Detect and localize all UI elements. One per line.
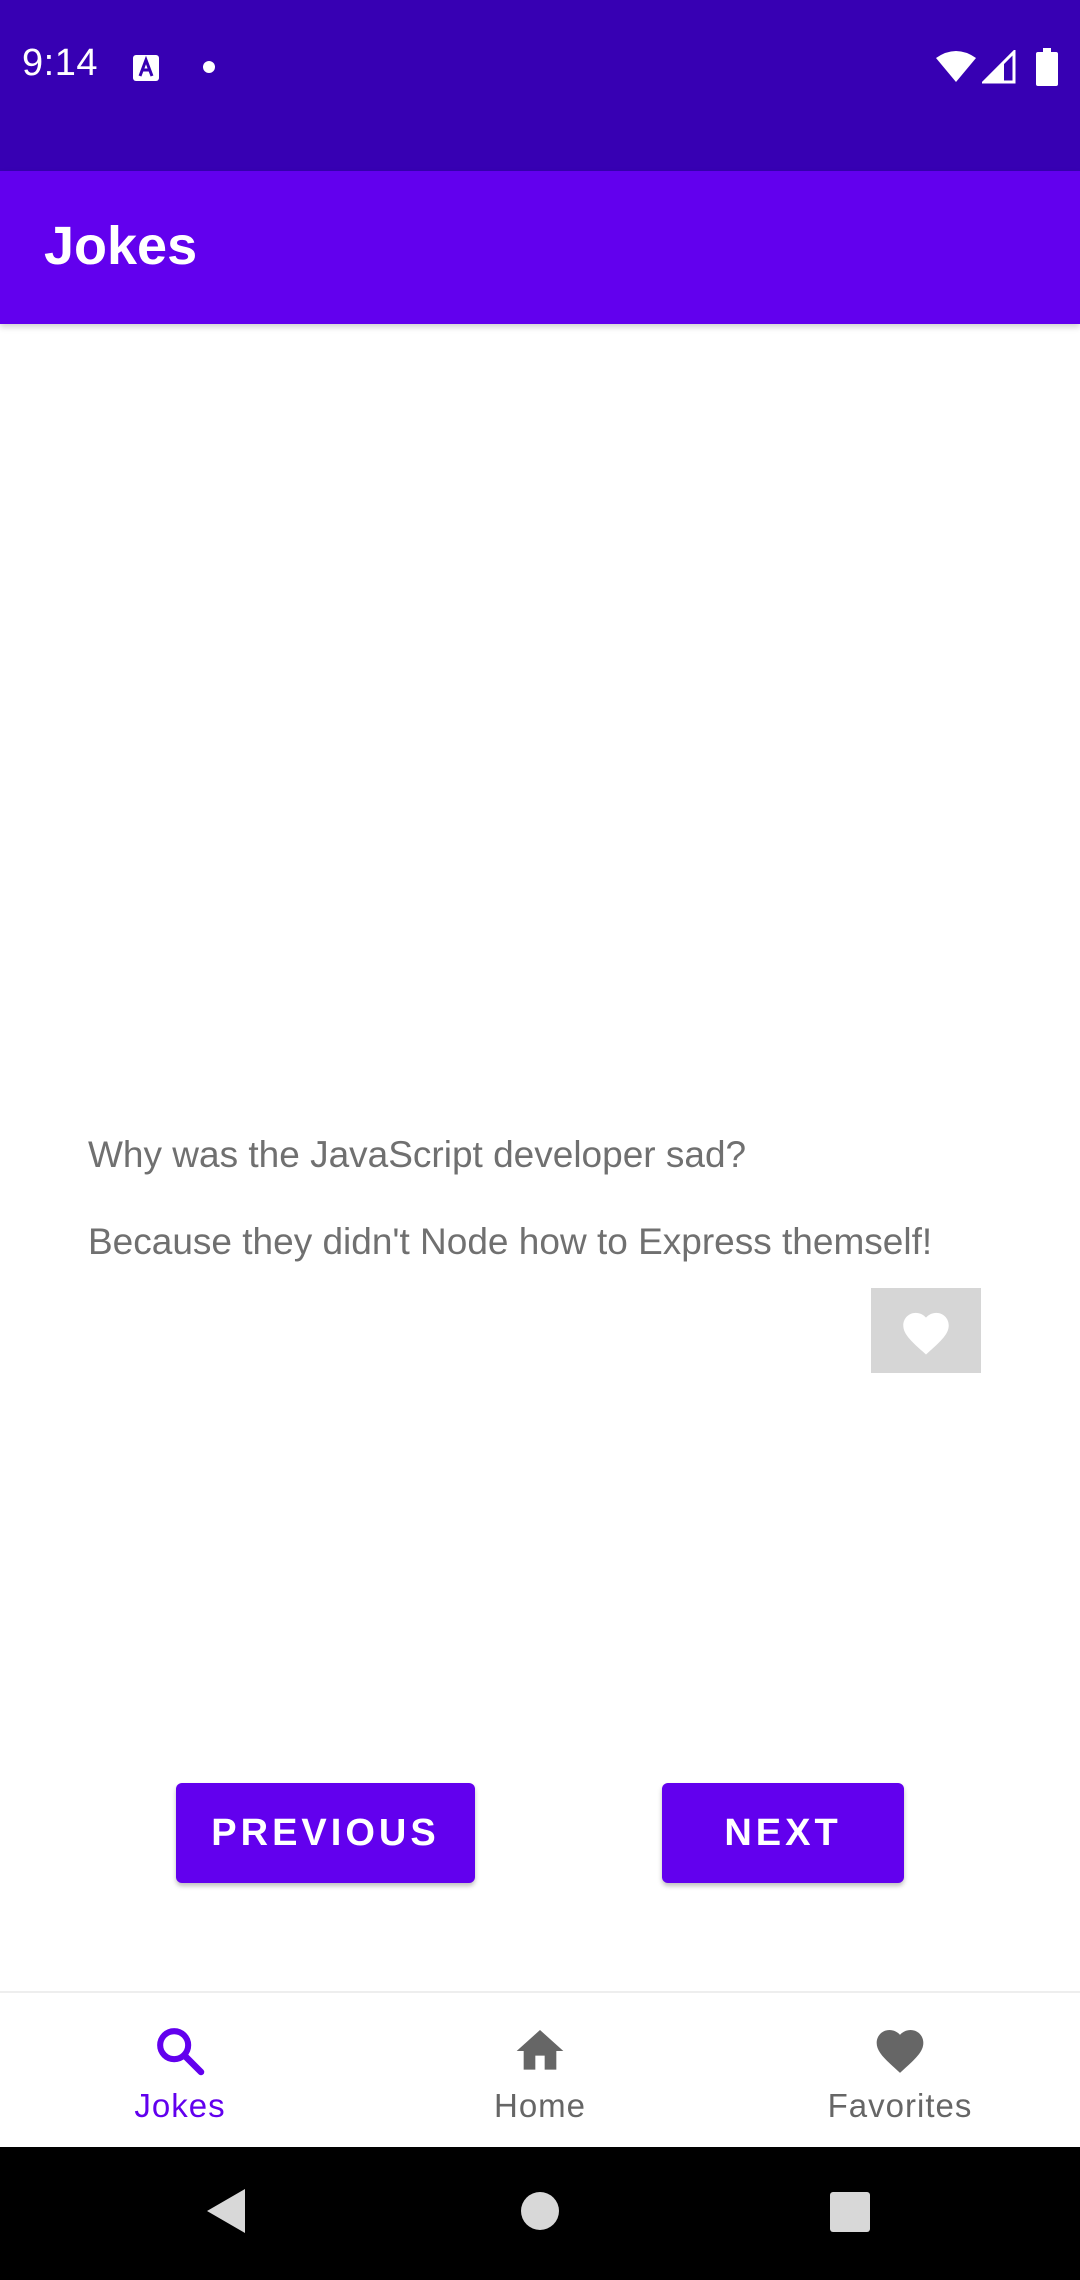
search-icon	[157, 2028, 205, 2076]
bottom-navigation: Jokes Home Favorites	[0, 1991, 1080, 2147]
status-bar: 9:14	[0, 0, 1080, 171]
heart-icon	[876, 2030, 924, 2073]
bottom-nav-label: Jokes	[134, 2087, 226, 2124]
status-time: 9:14	[22, 42, 98, 84]
bottom-nav-home[interactable]: Home	[360, 1993, 720, 2147]
dot-icon	[203, 61, 215, 73]
keyboard-a-icon	[133, 55, 159, 81]
bottom-nav-jokes[interactable]: Jokes	[0, 1993, 360, 2147]
joke-punchline: Because they didn't Node how to Express …	[88, 1221, 933, 1262]
heart-icon	[903, 1312, 949, 1355]
bottom-nav-favorites[interactable]: Favorites	[720, 1993, 1080, 2147]
system-navigation-bar	[0, 2147, 1080, 2280]
bottom-nav-label: Favorites	[827, 2087, 973, 2124]
page-title: Jokes	[44, 216, 198, 276]
home-icon	[516, 2030, 564, 2070]
joke-setup: Why was the JavaScript developer sad?	[88, 1134, 747, 1175]
favorite-button[interactable]	[871, 1288, 981, 1373]
signal-icon	[982, 50, 1016, 84]
app-bar: Jokes	[0, 171, 1080, 324]
back-icon[interactable]	[205, 2187, 247, 2235]
home-circle-icon[interactable]	[520, 2191, 560, 2231]
recents-icon[interactable]	[829, 2191, 871, 2233]
battery-icon	[1036, 48, 1058, 86]
previous-button[interactable]: PREVIOUS	[176, 1783, 475, 1883]
next-button[interactable]: NEXT	[662, 1783, 904, 1883]
screen: 9:14 Jokes Why was the JavaScript develo…	[0, 0, 1080, 2280]
bottom-nav-label: Home	[493, 2087, 587, 2124]
wifi-icon	[936, 51, 976, 82]
